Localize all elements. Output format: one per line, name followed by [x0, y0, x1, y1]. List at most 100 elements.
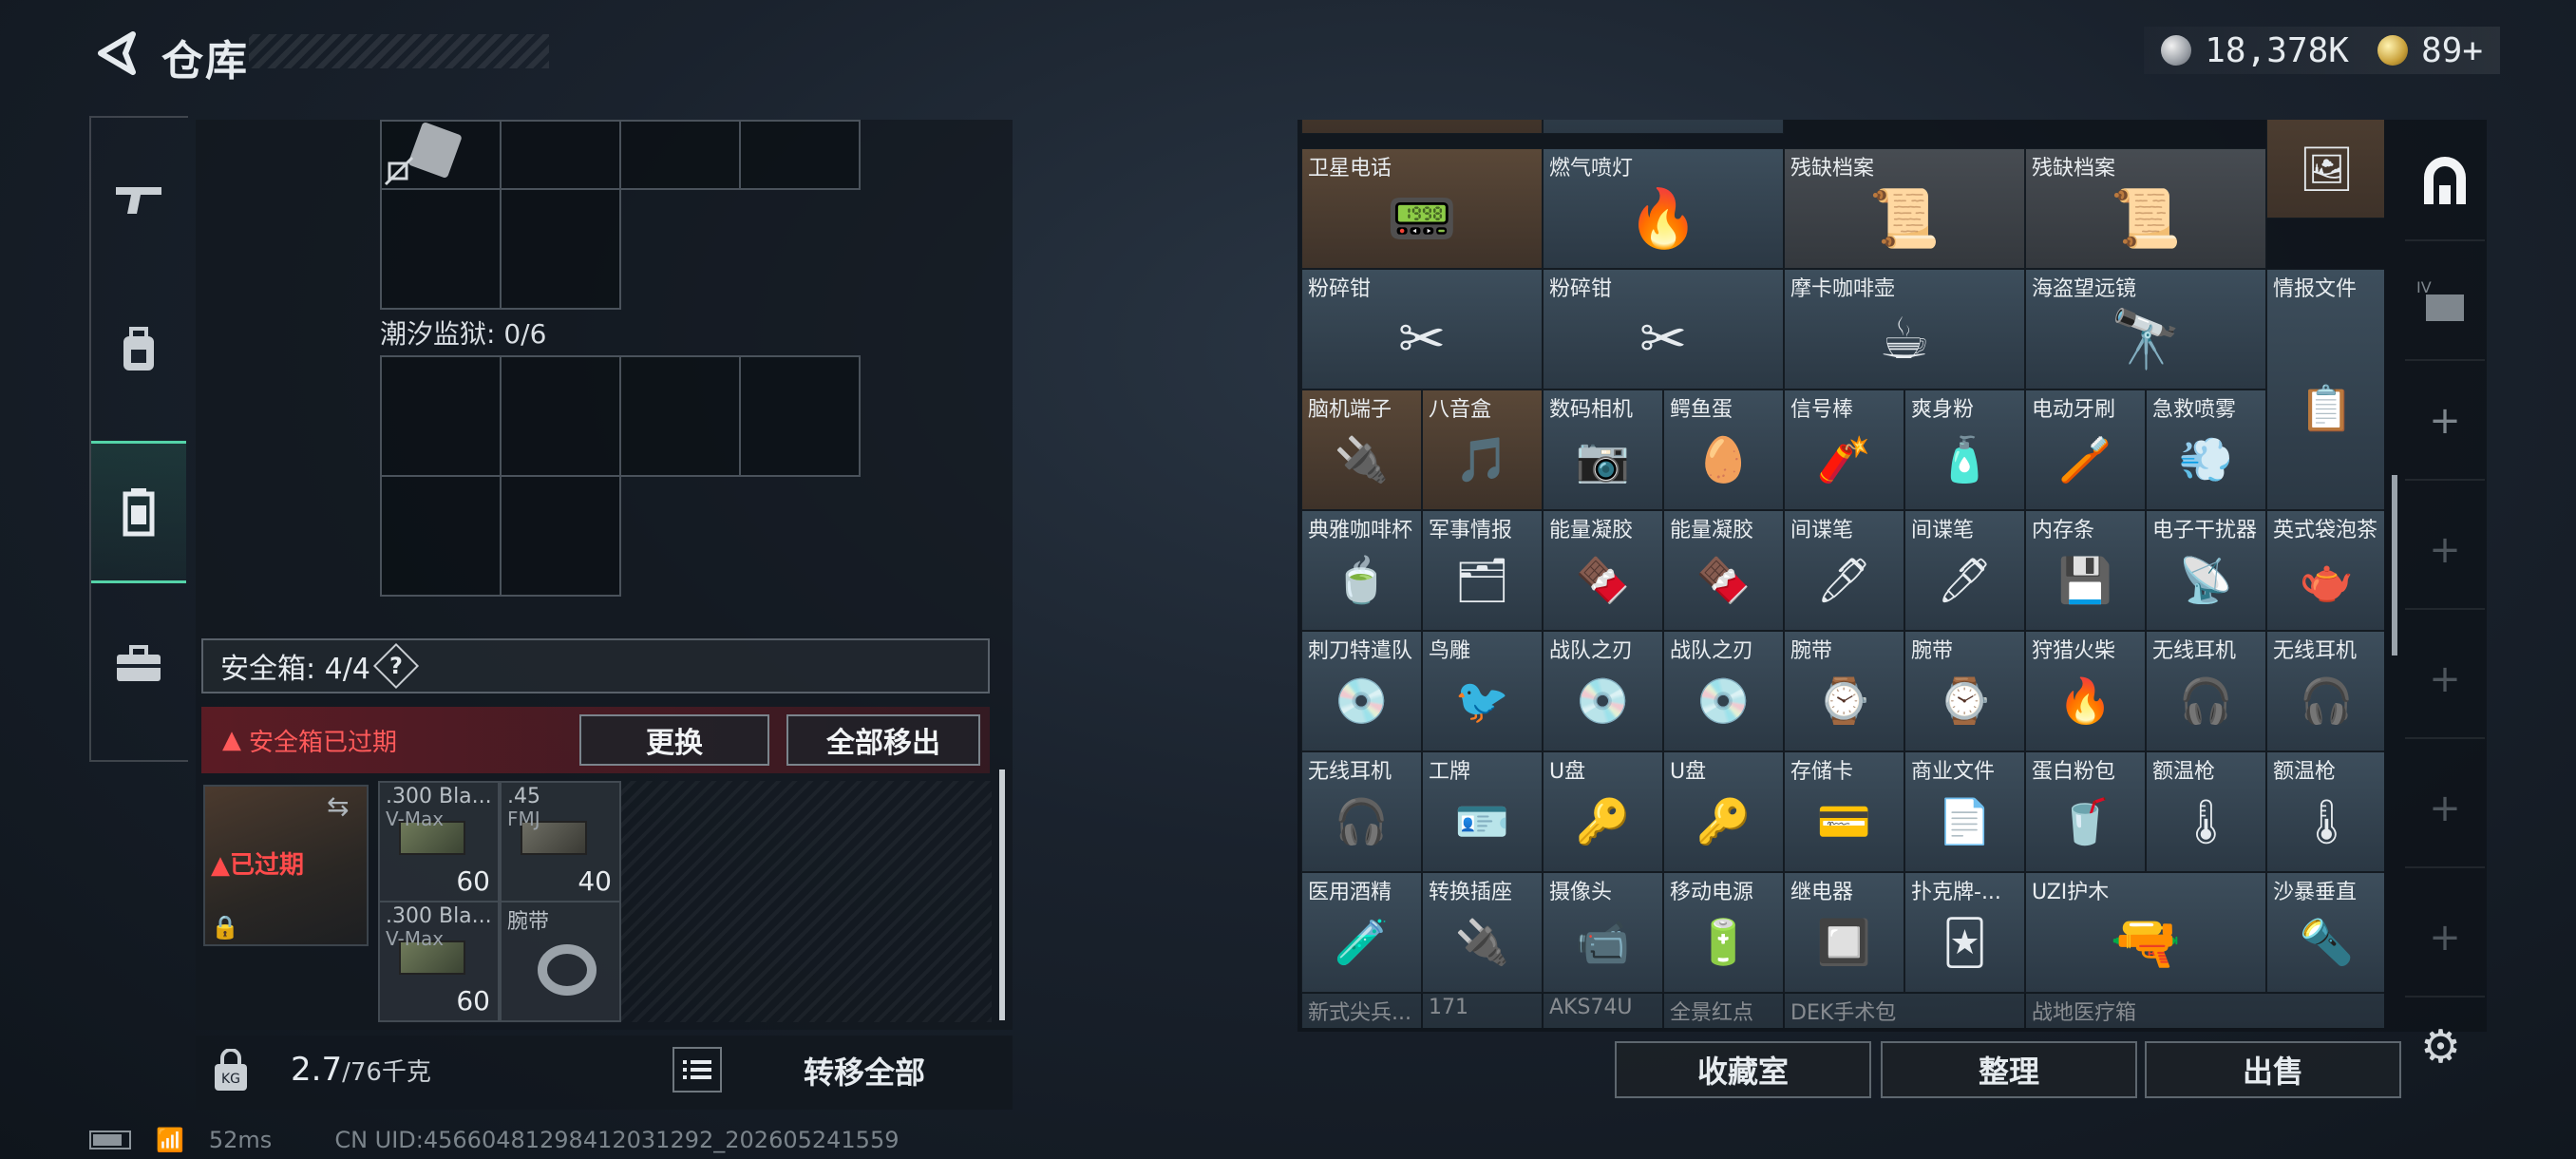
item-cell[interactable]: 继电器 🔲: [1784, 872, 1904, 993]
item-cell[interactable]: 狩猎火柴 🔥: [2025, 631, 2146, 751]
item-cell[interactable]: 脑机端子 🔌: [1301, 390, 1422, 510]
item-cell[interactable]: 腕带 ⌚: [1904, 631, 2025, 751]
item-cell[interactable]: 商业文件 📄: [1904, 751, 2025, 872]
item-cell[interactable]: 爽身粉 🧴: [1904, 390, 2025, 510]
item-cell[interactable]: 摩卡咖啡壶 ☕: [1784, 269, 2025, 390]
nav-vest[interactable]: [91, 441, 186, 583]
nav-weapons[interactable]: [91, 127, 186, 270]
item-cell[interactable]: U盘 🔑: [1663, 751, 1784, 872]
item-cell[interactable]: UZI护木 🔫: [2025, 872, 2266, 993]
item-cell[interactable]: 171: [1422, 993, 1543, 1028]
list-view-button[interactable]: [672, 1047, 722, 1092]
item-cell[interactable]: 海盗望远镜 🔭: [2025, 269, 2266, 390]
item-cell[interactable]: 刺刀特遣队 💿: [1301, 631, 1422, 751]
safe-slot[interactable]: 腕带: [500, 901, 621, 1022]
item-cell[interactable]: 内存条 💾: [2025, 510, 2146, 631]
safe-slot[interactable]: .300 Bla... V-Max 60: [378, 781, 500, 902]
replace-button[interactable]: 更换: [579, 714, 769, 766]
item-cell[interactable]: 沙暴垂直 🔦: [2266, 872, 2384, 993]
scrollbar[interactable]: [999, 770, 1005, 1020]
item-cell[interactable]: 能量凝胶 🍫: [1543, 510, 1663, 631]
grid-cell[interactable]: [500, 355, 621, 477]
grid-cell[interactable]: [619, 355, 741, 477]
item-cell[interactable]: DEK手术包: [1784, 993, 2025, 1028]
grid-cell[interactable]: [380, 355, 502, 477]
item-cell[interactable]: 额温枪 🌡: [2146, 751, 2266, 872]
item-cell[interactable]: 额温枪 🌡: [2266, 751, 2384, 872]
item-cell[interactable]: 数码相机 📷: [1543, 390, 1663, 510]
add-storage-button[interactable]: +: [2405, 492, 2485, 610]
item-cell[interactable]: 英式袋泡茶 🫖: [2266, 510, 2384, 631]
item-cell[interactable]: 电子干扰器 📡: [2146, 510, 2266, 631]
grid-cell[interactable]: [500, 120, 621, 190]
item-cell[interactable]: 转换插座 🔌: [1422, 872, 1543, 993]
item-cell[interactable]: 间谍笔 🖊: [1784, 510, 1904, 631]
item-cell[interactable]: 战地医疗箱: [2025, 993, 2384, 1028]
add-storage-button[interactable]: +: [2405, 880, 2485, 998]
nav-cases[interactable]: [91, 593, 186, 735]
item-cell[interactable]: 🖼: [2266, 120, 2384, 218]
item-cell[interactable]: 鳄鱼蛋 🥚: [1663, 390, 1784, 510]
grid-cell[interactable]: [739, 355, 861, 477]
grid-cell[interactable]: [380, 188, 502, 310]
item-cell[interactable]: 无线耳机 🎧: [2146, 631, 2266, 751]
add-storage-button[interactable]: +: [2405, 621, 2485, 739]
item-cell[interactable]: 信号棒 🧨: [1784, 390, 1904, 510]
add-storage-button[interactable]: +: [2405, 750, 2485, 868]
item-cell[interactable]: 鸟雕 🐦: [1422, 631, 1543, 751]
item-cell[interactable]: 腕带 ⌚: [1784, 631, 1904, 751]
item-cell[interactable]: 全景红点: [1663, 993, 1784, 1028]
grid-cell[interactable]: [500, 188, 621, 310]
gear-icon[interactable]: ⚙: [2420, 1020, 2461, 1074]
item-cell[interactable]: 情报文件 📋: [2266, 269, 2384, 510]
item-cell[interactable]: 移动电源 🔋: [1663, 872, 1784, 993]
item-cell[interactable]: 新式尖兵...: [1301, 993, 1422, 1028]
nav-backpack[interactable]: [91, 279, 186, 422]
item-cell[interactable]: 能量凝胶 🍫: [1663, 510, 1784, 631]
item-cell[interactable]: 蛋白粉包 🥤: [2025, 751, 2146, 872]
back-button[interactable]: [87, 27, 144, 80]
rail-folder-iv[interactable]: IV: [2405, 243, 2485, 361]
item-cell[interactable]: 电动牙刷 🪥: [2025, 390, 2146, 510]
item-cell[interactable]: 粉碎钳 ✂: [1543, 269, 1784, 390]
item-cell[interactable]: 医用酒精 🧪: [1301, 872, 1422, 993]
item-cell[interactable]: 存储卡 💳: [1784, 751, 1904, 872]
grid-cell[interactable]: [739, 120, 861, 190]
item-cell[interactable]: 无线耳机 🎧: [2266, 631, 2384, 751]
grid-cell[interactable]: [380, 475, 502, 597]
scrollbar[interactable]: [2392, 475, 2397, 656]
item-cell[interactable]: U盘 🔑: [1543, 751, 1663, 872]
sell-button[interactable]: 出售: [2145, 1041, 2401, 1098]
grid-cell[interactable]: [619, 120, 741, 190]
item-cell[interactable]: 战队之刃 💿: [1663, 631, 1784, 751]
transfer-all-button[interactable]: 转移全部: [733, 1037, 995, 1104]
item-cell[interactable]: 卫星电话 📟: [1301, 148, 1543, 269]
swap-icon[interactable]: ⇆: [327, 790, 349, 822]
grid-cell[interactable]: [500, 475, 621, 597]
help-icon[interactable]: ?: [372, 642, 419, 690]
item-cell[interactable]: 战队之刃 💿: [1543, 631, 1663, 751]
item-cell[interactable]: 八音盒 🎵: [1422, 390, 1543, 510]
item-cell[interactable]: [1301, 120, 1543, 134]
item-cell[interactable]: 无线耳机 🎧: [1301, 751, 1422, 872]
add-storage-button[interactable]: +: [2405, 363, 2485, 481]
collection-room-button[interactable]: 收藏室: [1615, 1041, 1871, 1098]
item-cell[interactable]: 急救喷雾 💨: [2146, 390, 2266, 510]
safe-slot[interactable]: .45 FMJ 40: [500, 781, 621, 902]
move-all-out-button[interactable]: 全部移出: [786, 714, 980, 766]
item-cell[interactable]: 燃气喷灯 🔥: [1543, 148, 1784, 269]
grid-cell[interactable]: [380, 120, 502, 190]
item-cell[interactable]: 工牌 🪪: [1422, 751, 1543, 872]
rail-home[interactable]: [2405, 124, 2485, 241]
item-cell[interactable]: [1543, 120, 1784, 134]
item-cell[interactable]: 摄像头 📹: [1543, 872, 1663, 993]
item-cell[interactable]: 扑克牌-... 🃏: [1904, 872, 2025, 993]
item-cell[interactable]: 间谍笔 🖊: [1904, 510, 2025, 631]
item-cell[interactable]: 军事情报 🗂: [1422, 510, 1543, 631]
safe-slot[interactable]: .300 Bla... V-Max 60: [378, 901, 500, 1022]
item-cell[interactable]: 粉碎钳 ✂: [1301, 269, 1543, 390]
organize-button[interactable]: 整理: [1881, 1041, 2137, 1098]
item-cell[interactable]: 残缺档案 📜: [2025, 148, 2266, 269]
item-cell[interactable]: 典雅咖啡杯 🍵: [1301, 510, 1422, 631]
item-cell[interactable]: 残缺档案 📜: [1784, 148, 2025, 269]
